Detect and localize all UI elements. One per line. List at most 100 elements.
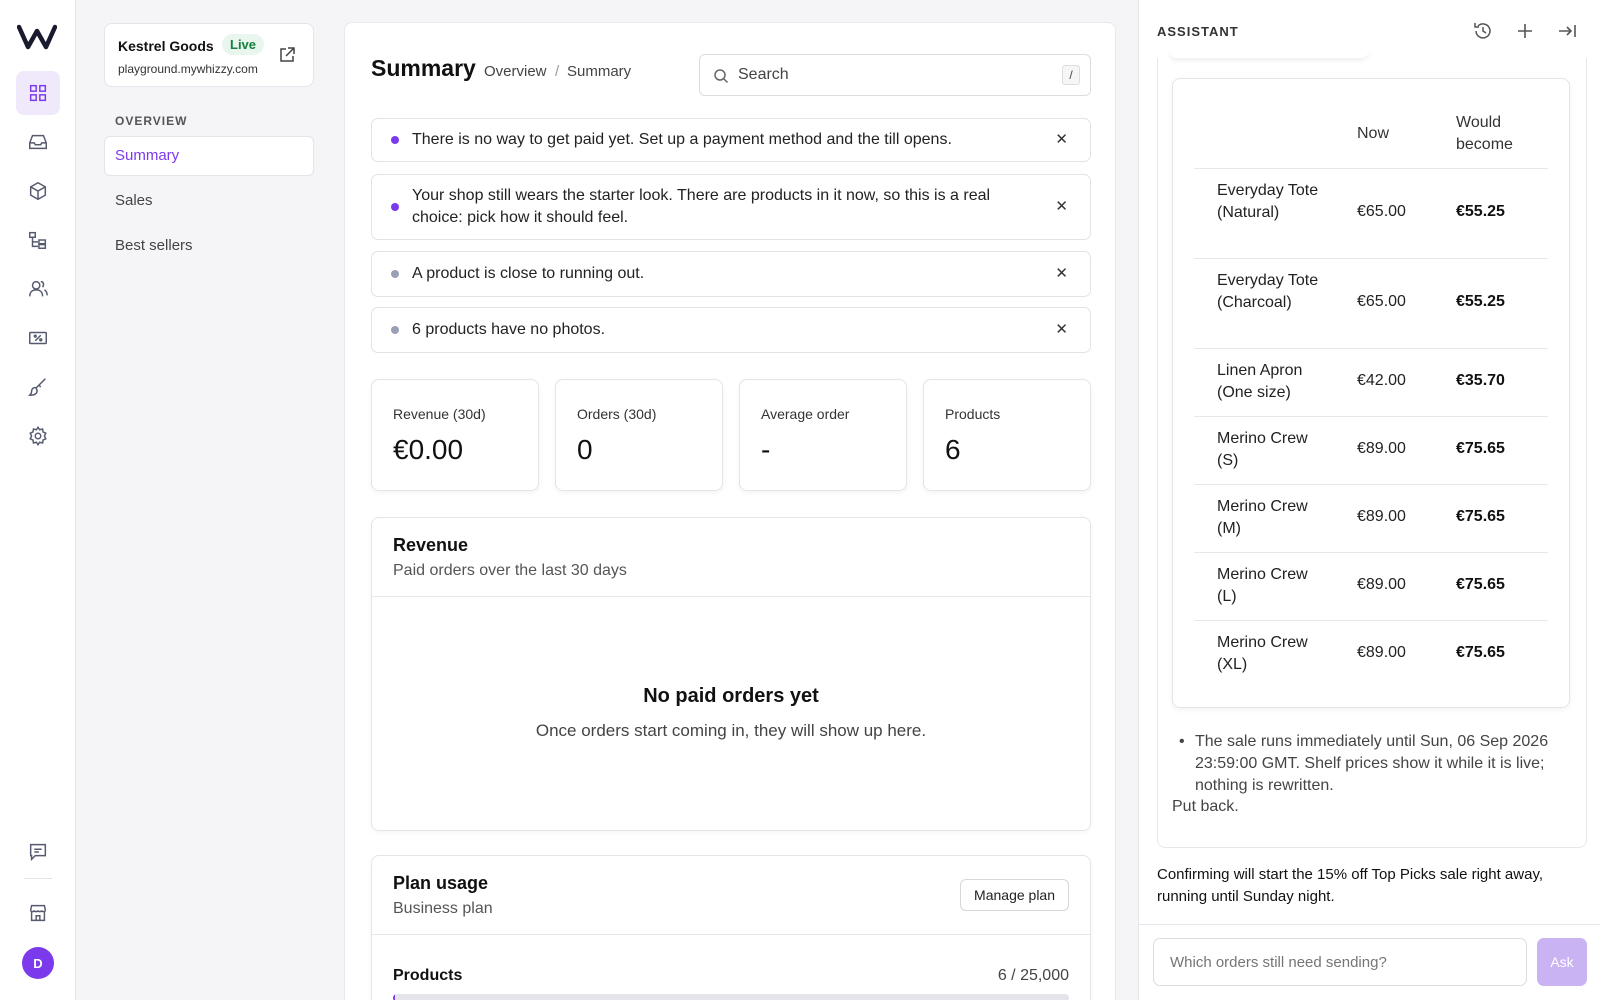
plus-icon[interactable] [1514,20,1536,42]
product-name: Merino Crew (S) [1217,430,1308,469]
price-now: €65.00 [1357,293,1406,310]
breadcrumb-separator: / [555,63,560,80]
page-title: Summary [371,55,476,81]
revenue-title: Revenue [393,535,469,555]
plan-title: Plan usage [393,873,489,893]
ask-input[interactable] [1153,938,1527,986]
alert-text: There is no way to get paid yet. Set up … [412,131,952,148]
stat-value: 0 [577,434,593,465]
assistant-confirm-text: Confirming will start the 15% off Top Pi… [1157,866,1544,905]
search-input[interactable]: Search / [699,54,1091,96]
sidebar-item-summary[interactable]: Summary [104,136,314,176]
divider [372,596,1090,597]
rail-dashboard[interactable] [16,71,60,115]
search-placeholder: Search [738,66,789,83]
usage-value: 6 / 25,000 [997,967,1069,984]
close-icon[interactable]: ✕ [1055,320,1068,338]
alert-item[interactable]: There is no way to get paid yet. Set up … [371,118,1091,162]
product-name: Everyday Tote (Charcoal) [1217,272,1319,311]
sidebar-item-best-sellers[interactable]: Best sellers [104,226,314,266]
breadcrumb-summary: Summary [567,63,632,80]
alert-text: 6 products have no photos. [412,321,606,338]
alert-dot [391,203,399,211]
rail-chat[interactable] [16,830,60,874]
sub-navigation: Kestrel Goods Live playground.mywhizzy.c… [76,0,330,1000]
close-icon[interactable]: ✕ [1055,264,1068,282]
table-header-would-become: Would become [1456,114,1513,153]
w-logo[interactable] [17,23,57,51]
table-row: Merino Crew (L) €89.00 €75.65 [1194,552,1548,620]
stat-card-average-order: Average order - [739,379,907,491]
price-would-become: €75.65 [1456,508,1505,525]
rail-customers[interactable] [16,267,60,311]
rail-discounts[interactable] [16,316,60,360]
price-now: €65.00 [1357,203,1406,220]
price-would-become: €55.25 [1456,203,1505,220]
external-link-icon[interactable] [277,45,297,65]
stat-label: Revenue (30d) [393,406,486,422]
status-badge: Live [222,34,265,55]
table-row: Merino Crew (M) €89.00 €75.65 [1194,484,1548,552]
dashboard-icon [29,84,47,102]
rail-categories[interactable] [16,218,60,262]
product-name: Merino Crew (M) [1217,498,1308,537]
alert-text: Your shop still wears the starter look. … [412,187,991,226]
close-icon[interactable]: ✕ [1055,197,1068,215]
manage-plan-button[interactable]: Manage plan [960,879,1069,911]
close-icon[interactable]: ✕ [1055,130,1068,148]
sidebar-item-sales[interactable]: Sales [104,181,314,221]
product-name: Merino Crew (L) [1217,566,1308,605]
inbox-icon [29,134,47,150]
table-row: Everyday Tote (Natural) €65.00 €55.25 [1194,168,1548,258]
product-name: Linen Apron (One size) [1217,362,1303,401]
shop-card[interactable]: Kestrel Goods Live playground.mywhizzy.c… [104,23,314,87]
price-change-table: Now Would become Everyday Tote (Natural)… [1172,78,1570,708]
divider [1139,924,1600,925]
usage-label: Products [393,967,463,984]
stat-card-orders: Orders (30d) 0 [555,379,723,491]
alert-dot [391,326,399,334]
collapse-icon[interactable] [1556,20,1578,42]
stat-label: Products [945,406,1001,422]
icon-rail: D [0,0,76,1000]
empty-state-title: No paid orders yet [643,685,819,707]
store-icon [29,904,47,922]
stat-label: Average order [761,406,850,422]
sale-info-bullet: The sale runs immediately until Sun, 06 … [1179,731,1579,797]
rail-divider [24,878,52,879]
stat-value: €0.00 [393,434,464,465]
rail-settings[interactable] [16,414,60,458]
price-now: €89.00 [1357,644,1406,661]
price-would-become: €75.65 [1456,644,1505,661]
assistant-title: ASSISTANT [1157,24,1239,39]
assistant-panel: ASSISTANT Now Would become Everyday Tote… [1138,0,1600,1000]
price-would-become: €35.70 [1456,372,1505,389]
discount-icon [29,331,47,345]
price-would-become: €75.65 [1456,576,1505,593]
rail-products[interactable] [16,169,60,213]
alert-item[interactable]: Your shop still wears the starter look. … [371,174,1091,240]
alert-item[interactable]: A product is close to running out. ✕ [371,251,1091,297]
price-now: €89.00 [1357,440,1406,457]
stat-value: - [761,434,771,465]
ask-button[interactable]: Ask [1537,938,1587,986]
stat-value: 6 [945,434,961,465]
divider [372,934,1090,935]
price-now: €42.00 [1357,372,1406,389]
rail-design[interactable] [16,365,60,409]
brush-icon [27,378,46,396]
breadcrumb-overview[interactable]: Overview [484,63,547,80]
avatar[interactable]: D [22,947,54,979]
nav-section-overview: OVERVIEW [115,114,188,128]
history-icon[interactable] [1472,20,1494,42]
gear-icon [29,425,47,447]
alert-item[interactable]: 6 products have no photos. ✕ [371,307,1091,353]
table-header-now: Now [1357,125,1390,142]
plan-subtitle: Business plan [393,900,493,917]
customers-icon [29,280,48,297]
rail-inbox[interactable] [16,120,60,164]
main-panel: Summary Overview / Summary Search / Ther… [344,22,1116,1000]
revenue-card: Revenue Paid orders over the last 30 day… [371,517,1091,831]
table-row: Linen Apron (One size) €42.00 €35.70 [1194,348,1548,416]
rail-store[interactable] [16,891,60,935]
